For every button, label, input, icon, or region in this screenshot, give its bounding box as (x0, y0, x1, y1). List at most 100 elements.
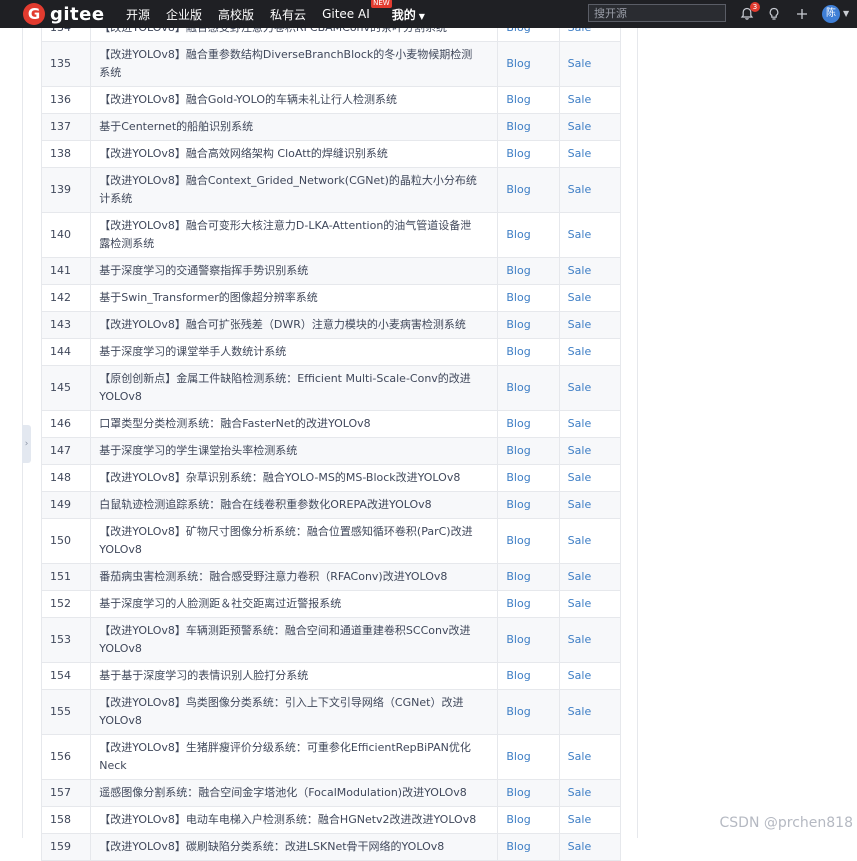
sale-link[interactable]: Sale (568, 264, 592, 277)
blog-link[interactable]: Blog (506, 840, 530, 853)
table-row: 137 基于Centernet的船舶识别系统 Blog Sale (40, 113, 622, 141)
project-title: 【原创创新点】金属工件缺陷检测系统：Efficient Multi-Scale-… (90, 365, 499, 411)
csdn-watermark: CSDN @prchen818 (719, 815, 853, 831)
sale-link[interactable]: Sale (568, 417, 592, 430)
sale-link[interactable]: Sale (568, 786, 592, 799)
sale-link[interactable]: Sale (568, 291, 592, 304)
blog-cell: Blog (497, 86, 560, 114)
sale-link[interactable]: Sale (568, 669, 592, 682)
blog-link[interactable]: Blog (506, 750, 530, 763)
sale-link[interactable]: Sale (568, 120, 592, 133)
blog-link[interactable]: Blog (506, 264, 530, 277)
blog-link[interactable]: Blog (506, 228, 530, 241)
blog-link[interactable]: Blog (506, 444, 530, 457)
sale-link[interactable]: Sale (568, 57, 592, 70)
sale-link[interactable]: Sale (568, 444, 592, 457)
user-avatar[interactable]: 陈 (822, 5, 840, 23)
blog-link[interactable]: Blog (506, 534, 530, 547)
sale-link[interactable]: Sale (568, 633, 592, 646)
sidebar-expand-tab[interactable]: › (22, 425, 31, 463)
blog-link[interactable]: Blog (506, 471, 530, 484)
blog-link[interactable]: Blog (506, 183, 530, 196)
project-title: 基于深度学习的人脸测距＆社交距离过近警报系统 (90, 590, 499, 618)
sale-cell: Sale (558, 338, 622, 366)
table-row: 143 【改进YOLOv8】融合可扩张残差（DWR）注意力模块的小麦病害检测系统 B… (40, 311, 622, 339)
blog-link[interactable]: Blog (506, 597, 530, 610)
sale-link[interactable]: Sale (568, 183, 592, 196)
row-number: 143 (40, 311, 92, 339)
blog-link[interactable]: Blog (506, 318, 530, 331)
sale-link[interactable]: Sale (568, 840, 592, 853)
row-number: 154 (40, 662, 92, 690)
blog-link[interactable]: Blog (506, 345, 530, 358)
blog-link[interactable]: Blog (506, 633, 530, 646)
blog-link[interactable]: Blog (506, 57, 530, 70)
nav-item-open-source[interactable]: 开源 (126, 6, 150, 23)
sale-cell: Sale (558, 689, 622, 735)
sale-link[interactable]: Sale (568, 93, 592, 106)
blog-link[interactable]: Blog (506, 813, 530, 826)
sale-link[interactable]: Sale (568, 813, 592, 826)
nav-item-gitee-ai[interactable]: Gitee AI NEW (322, 0, 392, 21)
plus-icon[interactable] (793, 5, 811, 23)
gitee-logo[interactable]: G gitee (23, 3, 105, 25)
sale-link[interactable]: Sale (568, 381, 592, 394)
blog-link[interactable]: Blog (506, 147, 530, 160)
blog-link[interactable]: Blog (506, 381, 530, 394)
table-row: 149 白鼠轨迹检测追踪系统：融合在线卷积重参数化OREPA改进YOLOv8 Blo… (40, 491, 622, 519)
blog-cell: Blog (497, 257, 560, 285)
sale-link[interactable]: Sale (568, 147, 592, 160)
sale-link[interactable]: Sale (568, 570, 592, 583)
sale-link[interactable]: Sale (568, 228, 592, 241)
blog-link[interactable]: Blog (506, 120, 530, 133)
top-navbar: G gitee 开源 企业版 高校版 私有云 Gitee AINEW 我的▼ 3… (0, 0, 857, 28)
sale-cell: Sale (558, 311, 622, 339)
table-row: 139 【改进YOLOv8】融合Context_Grided_Network(CG… (40, 167, 622, 213)
sale-link[interactable]: Sale (568, 705, 592, 718)
sale-link[interactable]: Sale (568, 597, 592, 610)
row-number: 155 (40, 689, 92, 735)
blog-link[interactable]: Blog (506, 786, 530, 799)
table-row: 152 基于深度学习的人脸测距＆社交距离过近警报系统 Blog Sale (40, 590, 622, 618)
search-input[interactable] (588, 4, 726, 22)
blog-link[interactable]: Blog (506, 705, 530, 718)
project-title: 番茄病虫害检测系统：融合感受野注意力卷积（RFAConv)改进YOLOv8 (90, 563, 499, 591)
project-title: 【改进YOLOv8】融合Context_Grided_Network(CGNet… (90, 167, 499, 213)
lightbulb-icon[interactable] (765, 5, 783, 23)
sale-link[interactable]: Sale (568, 498, 592, 511)
blog-link[interactable]: Blog (506, 498, 530, 511)
blog-cell: Blog (497, 410, 560, 438)
table-row: 146 口罩类型分类检测系统：融合FasterNet的改进YOLOv8 Blog Sa… (40, 410, 622, 438)
row-number: 157 (40, 779, 92, 807)
table-row: 138 【改进YOLOv8】融合高效网络架构 CloAtt的焊缝识别系统 Blog S… (40, 140, 622, 168)
row-number: 147 (40, 437, 92, 465)
nav-item-label: 我的 (391, 7, 416, 22)
blog-cell: Blog (497, 491, 560, 519)
sale-link[interactable]: Sale (568, 471, 592, 484)
blog-link[interactable]: Blog (506, 417, 530, 430)
nav-item-education[interactable]: 高校版 (218, 6, 254, 23)
sale-link[interactable]: Sale (568, 318, 592, 331)
avatar-caret-down-icon[interactable]: ▼ (843, 9, 849, 18)
blog-cell: Blog (497, 662, 560, 690)
table-row: 151 番茄病虫害检测系统：融合感受野注意力卷积（RFAConv)改进YOLOv8… (40, 563, 622, 591)
sale-link[interactable]: Sale (568, 750, 592, 763)
project-title: 基于深度学习的课堂举手人数统计系统 (90, 338, 499, 366)
sale-cell: Sale (558, 590, 622, 618)
blog-link[interactable]: Blog (506, 291, 530, 304)
sale-cell: Sale (558, 140, 622, 168)
nav-item-mine[interactable]: 我的 ▼ (392, 6, 425, 23)
project-table-wrapper: 134【改进YOLOv8】融合感受野注意力卷积RFCBAMConv的茶叶分割系统… (40, 14, 622, 861)
blog-link[interactable]: Blog (506, 669, 530, 682)
nav-item-enterprise[interactable]: 企业版 (166, 6, 202, 23)
nav-item-private-cloud[interactable]: 私有云 (270, 6, 306, 23)
sale-cell: Sale (558, 563, 622, 591)
blog-cell: Blog (497, 338, 560, 366)
blog-link[interactable]: Blog (506, 93, 530, 106)
nav-menu: 开源 企业版 高校版 私有云 Gitee AI NEW 我的 ▼ (126, 0, 441, 28)
project-title: 基于Swin_Transformer的图像超分辨率系统 (90, 284, 499, 312)
notification-bell-icon[interactable]: 3 (738, 2, 760, 23)
blog-link[interactable]: Blog (506, 570, 530, 583)
sale-link[interactable]: Sale (568, 534, 592, 547)
sale-link[interactable]: Sale (568, 345, 592, 358)
